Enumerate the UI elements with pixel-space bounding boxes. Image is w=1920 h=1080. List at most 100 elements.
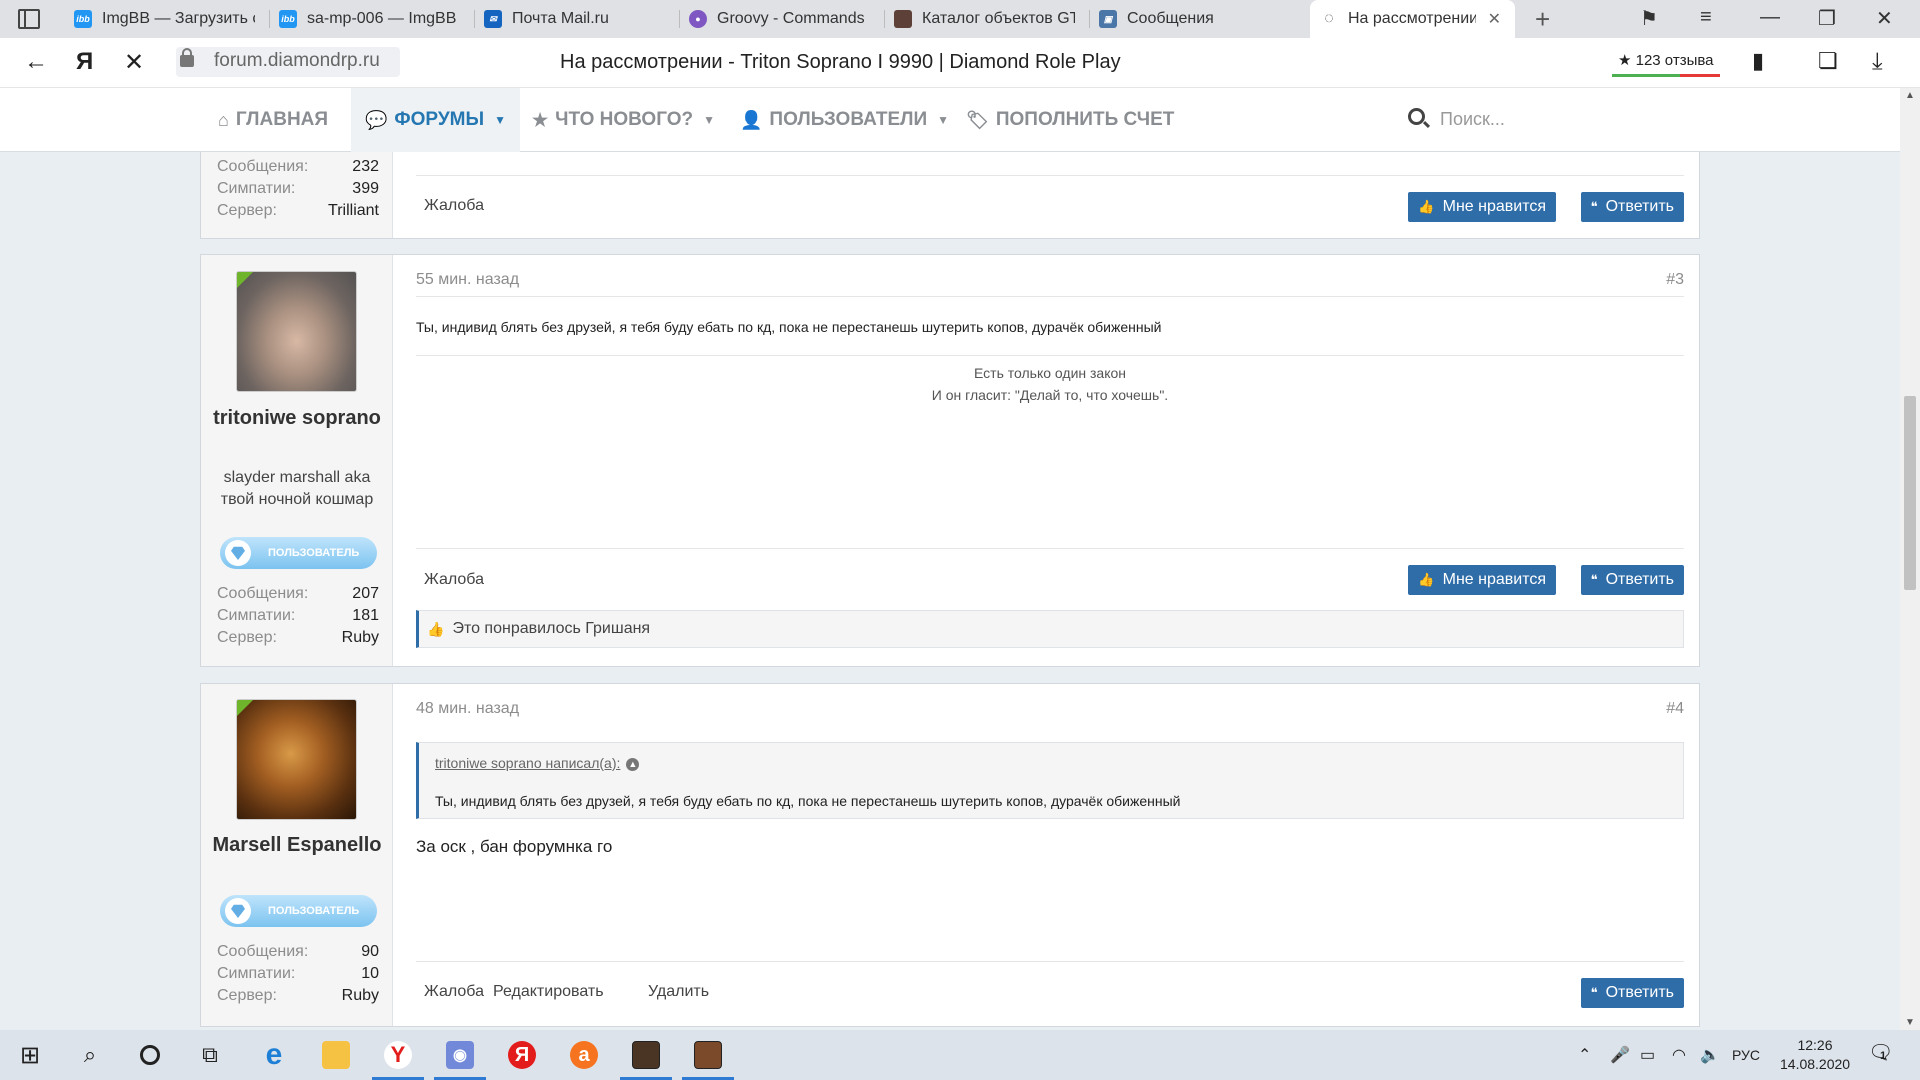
- browser-tab-mail[interactable]: ✉ Почта Mail.ru: [474, 0, 679, 38]
- download-icon[interactable]: ⤓: [1872, 48, 1883, 76]
- close-window-icon[interactable]: ✕: [1876, 6, 1893, 31]
- volume-icon[interactable]: 🔈: [1700, 1045, 1720, 1065]
- back-arrow-icon[interactable]: ←: [24, 48, 48, 76]
- chevron-down-icon[interactable]: ▼: [494, 113, 506, 127]
- tab-title: sa-mp-006 — ImgBB: [307, 10, 457, 27]
- home-icon: ⌂: [218, 109, 229, 130]
- like-button[interactable]: 👍 Мне нравится: [1408, 565, 1556, 595]
- stop-loading-icon[interactable]: ✕: [124, 48, 144, 77]
- taskbar-yandex[interactable]: Я: [492, 1030, 552, 1080]
- taskbar-edge[interactable]: e: [244, 1030, 304, 1080]
- taskbar-yandex-browser[interactable]: Y: [368, 1030, 428, 1080]
- close-tab-icon[interactable]: ✕: [1488, 9, 1501, 29]
- browser-tab-imgbb-upload[interactable]: ibb ImgBB — Загрузить с: [64, 0, 269, 38]
- nav-whats-new[interactable]: ★ ЧТО НОВОГО? ▼: [532, 88, 715, 152]
- restore-icon[interactable]: ❐: [1818, 6, 1836, 31]
- reviews-badge[interactable]: ★ 123 отзыва: [1612, 51, 1720, 77]
- minimize-icon[interactable]: —: [1760, 6, 1780, 29]
- yandex-icon[interactable]: Я: [76, 48, 93, 76]
- report-link[interactable]: Жалоба: [424, 571, 484, 589]
- clock[interactable]: 12:26 14.08.2020: [1780, 1036, 1850, 1074]
- clock-date: 14.08.2020: [1780, 1056, 1851, 1072]
- game-icon: [632, 1041, 660, 1069]
- user-title: slayder marshall aka твой ночной кошмар: [220, 469, 374, 508]
- divider: [416, 296, 1684, 297]
- mail-icon: ✉: [484, 10, 502, 28]
- browser-tab-groovy[interactable]: ● Groovy - Commands: [679, 0, 884, 38]
- menu-icon[interactable]: ≡: [1700, 6, 1712, 29]
- user-icon: 👤: [740, 109, 763, 130]
- post-number[interactable]: #4: [1666, 700, 1684, 718]
- bookmarks-icon[interactable]: ⚑: [1640, 6, 1658, 31]
- chevron-down-icon[interactable]: ▼: [703, 113, 715, 127]
- taskbar-avast[interactable]: a: [554, 1030, 614, 1080]
- reply-button[interactable]: ❝ Ответить: [1580, 565, 1684, 595]
- reply-button[interactable]: ❝ Ответить: [1580, 192, 1684, 222]
- avatar[interactable]: [236, 699, 357, 820]
- username[interactable]: Marsell Espanello: [201, 832, 393, 858]
- divider: [416, 961, 1684, 962]
- scroll-thumb[interactable]: [1904, 396, 1916, 590]
- browser-tab-catalog[interactable]: Каталог объектов GT: [884, 0, 1089, 38]
- lock-icon[interactable]: [180, 48, 194, 67]
- post-body: 55 мин. назад #3 Ты, индивид блять без д…: [394, 255, 1699, 666]
- quote-author-link[interactable]: tritoniwe soprano написал(а): ▲: [435, 755, 640, 771]
- language-indicator[interactable]: РУС: [1732, 1047, 1760, 1063]
- post-timestamp[interactable]: 55 мин. назад: [416, 271, 519, 289]
- post-timestamp[interactable]: 48 мин. назад: [416, 700, 519, 718]
- reply-button[interactable]: ❝ Ответить: [1580, 978, 1684, 1008]
- quote-icon: ❝: [1590, 985, 1598, 1000]
- nav-users[interactable]: 👤 ПОЛЬЗОВАТЕЛИ ▼: [740, 88, 949, 152]
- browser-tab-messages[interactable]: ▣ Сообщения: [1089, 0, 1294, 38]
- notifications-button[interactable]: 🗨 1: [1868, 1040, 1893, 1065]
- report-link[interactable]: Жалоба: [424, 983, 484, 1001]
- bookmark-icon[interactable]: ▮: [1752, 48, 1764, 74]
- wifi-icon[interactable]: ◠: [1672, 1045, 1686, 1065]
- post-number[interactable]: #3: [1666, 271, 1684, 289]
- nav-topup[interactable]: 🏷 ПОПОЛНИТЬ СЧЕТ: [966, 88, 1174, 152]
- edit-link[interactable]: Редактировать: [493, 983, 604, 1001]
- taskbar-game[interactable]: [616, 1030, 676, 1080]
- report-link[interactable]: Жалоба: [424, 197, 484, 215]
- scroll-up-icon[interactable]: ▲: [1905, 90, 1915, 101]
- sidebar-toggle-icon[interactable]: [18, 9, 40, 29]
- windows-icon: ⊞: [19, 1041, 41, 1069]
- taskbar-explorer[interactable]: [306, 1030, 366, 1080]
- browser-tab-active[interactable]: ◌ На рассмотрении ✕: [1310, 0, 1515, 38]
- search-button[interactable]: ⌕: [60, 1030, 120, 1080]
- browser-tab-imgbb-image[interactable]: ibb sa-mp-006 — ImgBB: [269, 0, 474, 38]
- avast-icon: a: [570, 1041, 598, 1069]
- stat-label: Сообщения:: [217, 943, 309, 960]
- taskbar-game-2[interactable]: [678, 1030, 738, 1080]
- stat-value: 399: [352, 180, 379, 197]
- edge-icon: e: [265, 1038, 283, 1071]
- search-icon[interactable]: [1408, 108, 1425, 125]
- likes-summary-text[interactable]: Это понравилось Гришаня: [452, 620, 650, 638]
- avatar[interactable]: [236, 271, 357, 392]
- nav-forums[interactable]: 💬 ФОРУМЫ ▼: [351, 88, 520, 152]
- url-field[interactable]: forum.diamondrp.ru: [176, 47, 400, 77]
- divider: [416, 175, 1684, 176]
- scroll-down-icon[interactable]: ▼: [1905, 1017, 1915, 1028]
- collections-icon[interactable]: ❏: [1818, 48, 1838, 74]
- taskbar-discord[interactable]: ◉: [430, 1030, 490, 1080]
- stat-messages: Сообщения: 207: [217, 585, 379, 607]
- new-tab-icon[interactable]: +: [1535, 4, 1550, 35]
- microphone-icon[interactable]: 🎤: [1610, 1045, 1630, 1065]
- tab-title: Каталог объектов GT: [922, 10, 1075, 27]
- task-view-button[interactable]: ⧉: [180, 1030, 240, 1080]
- username[interactable]: tritoniwe soprano: [201, 405, 393, 431]
- cortana-button[interactable]: [120, 1030, 180, 1080]
- battery-icon[interactable]: ▭: [1640, 1045, 1655, 1065]
- chevron-down-icon[interactable]: ▼: [937, 113, 949, 127]
- page-scrollbar[interactable]: ▲ ▼: [1900, 88, 1920, 1030]
- chevron-up-icon[interactable]: ⌃: [1578, 1045, 1591, 1065]
- forum-navigation: ⌂ ГЛАВНАЯ 💬 ФОРУМЫ ▼ ★ ЧТО НОВОГО? ▼ 👤 П…: [0, 88, 1900, 152]
- delete-link[interactable]: Удалить: [648, 983, 709, 1001]
- start-button[interactable]: ⊞: [0, 1030, 60, 1080]
- search-input[interactable]: [1440, 104, 1640, 134]
- arrow-up-icon[interactable]: ▲: [626, 757, 640, 771]
- like-button[interactable]: 👍 Мне нравится: [1408, 192, 1556, 222]
- stat-value: Ruby: [341, 987, 379, 1004]
- nav-home[interactable]: ⌂ ГЛАВНАЯ: [218, 88, 328, 152]
